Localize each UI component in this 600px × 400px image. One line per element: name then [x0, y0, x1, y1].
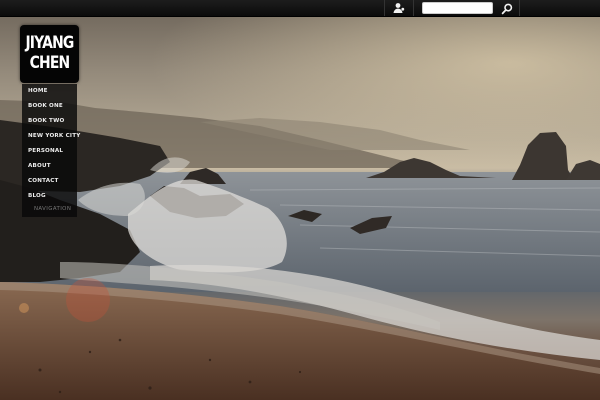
logo-text-line2: CHEN: [29, 53, 71, 73]
top-bar: [0, 0, 600, 17]
search-button[interactable]: [499, 1, 515, 15]
search-input[interactable]: [422, 2, 493, 14]
nav-item-book-one[interactable]: BOOK ONE: [22, 99, 77, 114]
site-logo[interactable]: JIYANG CHEN: [20, 25, 79, 83]
topbar-divider: [519, 0, 520, 16]
search-icon: [501, 3, 513, 15]
logo-text-line1: JIYANG: [25, 33, 74, 53]
nav-item-about[interactable]: ABOUT: [22, 159, 77, 174]
navigation-caption: NAVIGATION: [34, 206, 72, 212]
nav-item-home[interactable]: HOME: [22, 84, 77, 99]
background-photo: [0, 0, 600, 400]
nav-item-personal[interactable]: PERSONAL: [22, 144, 77, 159]
nav-list: HOME BOOK ONE BOOK TWO NEW YORK CITY PER…: [22, 84, 80, 204]
beach-scene-image: [0, 0, 600, 400]
user-icon: [393, 3, 405, 13]
nav-item-contact[interactable]: CONTACT: [22, 174, 77, 189]
nav-item-blog[interactable]: BLOG: [22, 189, 77, 204]
topbar-divider: [413, 0, 414, 16]
topbar-divider: [384, 0, 385, 16]
nav-item-book-two[interactable]: BOOK TWO: [22, 114, 77, 129]
main-navigation: HOME BOOK ONE BOOK TWO NEW YORK CITY PER…: [22, 84, 80, 217]
nav-item-new-york-city[interactable]: NEW YORK CITY: [22, 129, 80, 144]
user-button[interactable]: [389, 0, 409, 16]
